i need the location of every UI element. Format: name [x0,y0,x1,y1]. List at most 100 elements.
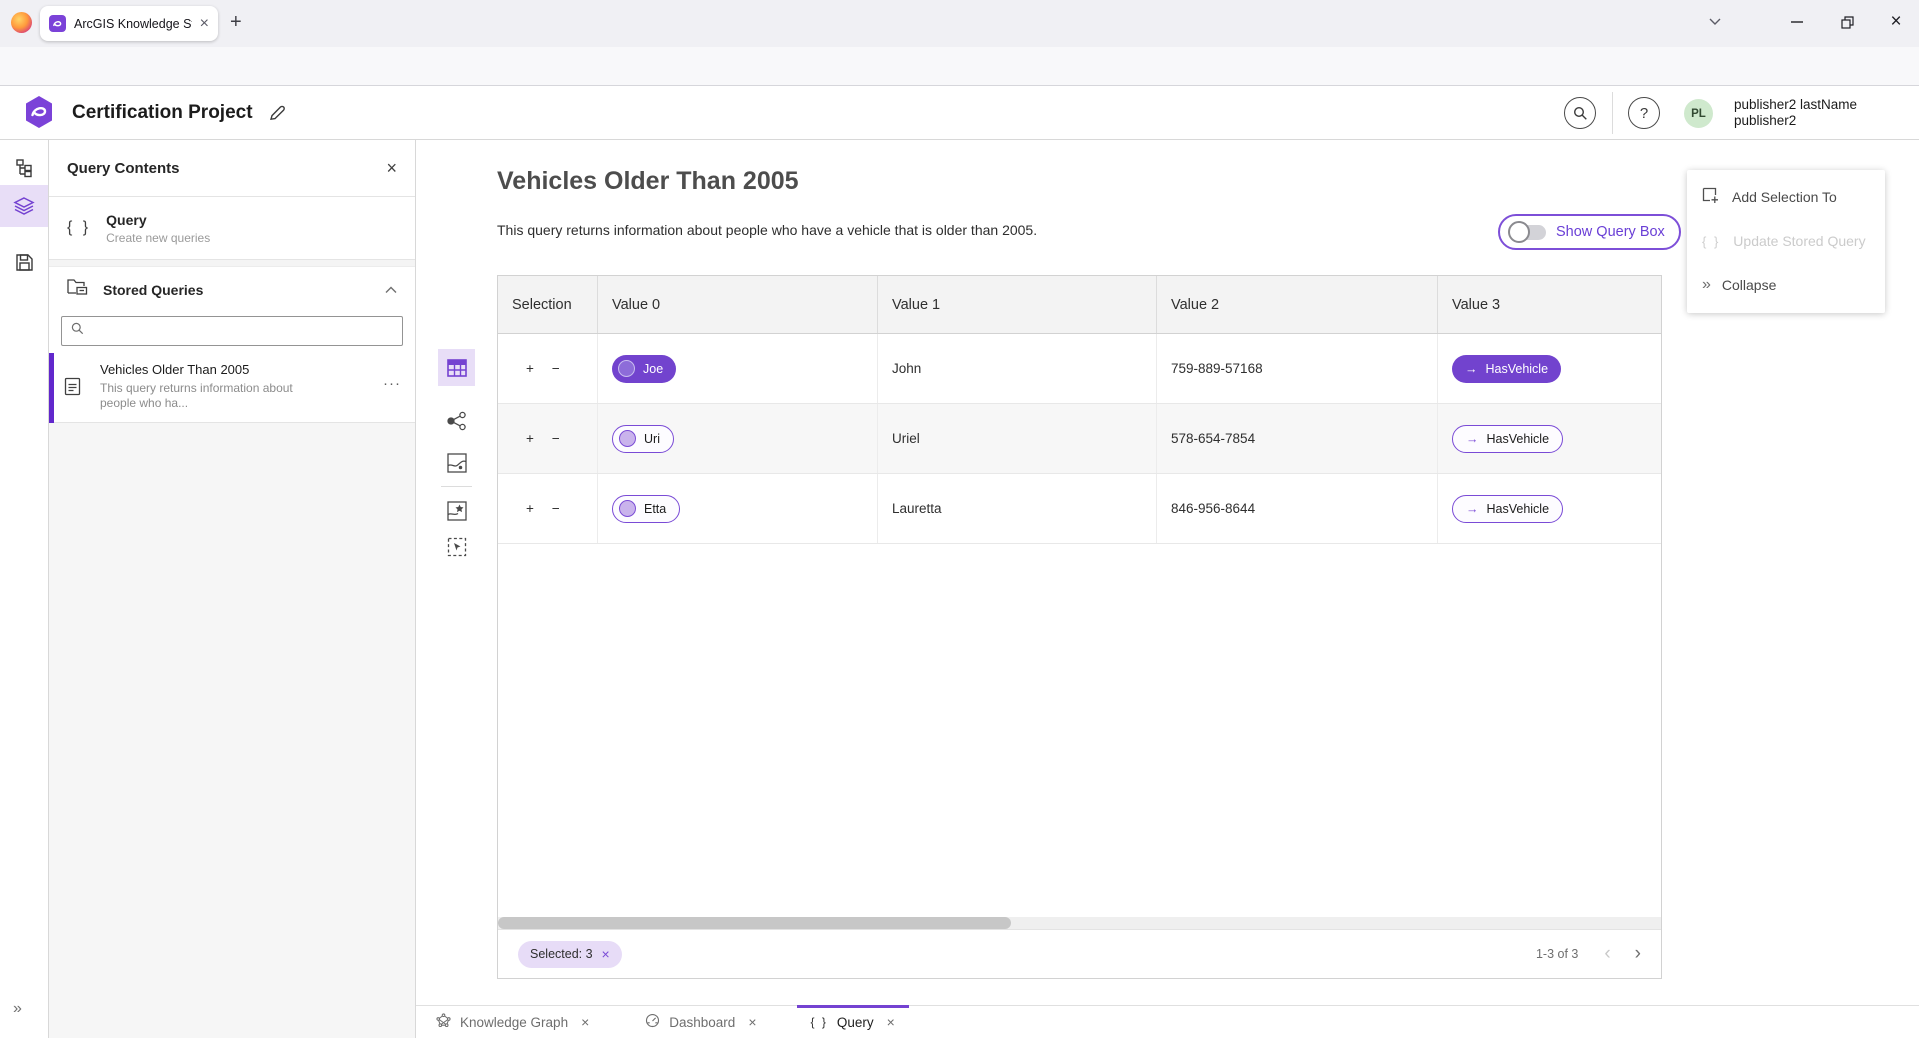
menu-item-add-selection-to[interactable]: Add Selection To [1687,175,1885,219]
stored-queries-search[interactable] [61,316,403,346]
panel-close-icon[interactable]: × [386,158,397,179]
toggle-switch[interactable] [1510,225,1546,240]
column-header-value3[interactable]: Value 3 [1438,276,1661,333]
braces-icon: { } [1702,234,1720,249]
close-tab-icon[interactable]: × [887,1014,895,1030]
pagination-next-icon[interactable]: › [1635,943,1641,965]
tab-title: ArcGIS Knowledge Studio [74,17,192,31]
add-selection-icon[interactable]: + [526,361,534,376]
entity-pill[interactable]: Joe [612,355,676,383]
toolbar-divider [441,486,472,487]
relationship-pill[interactable]: →HasVehicle [1452,425,1563,453]
arrow-right-icon: → [1465,362,1478,376]
stored-query-doc-icon [64,377,81,401]
clear-selection-icon[interactable]: × [602,946,610,962]
new-tab-button[interactable]: + [230,11,242,34]
view-new-map-button[interactable] [438,492,475,529]
search-button[interactable] [1564,97,1596,129]
stored-query-options-icon[interactable]: ··· [383,375,401,392]
toggle-knob[interactable] [1508,221,1530,243]
stored-query-title: Vehicles Older Than 2005 [100,362,385,377]
avatar[interactable]: PL [1684,99,1713,128]
firefox-icon[interactable] [11,12,32,33]
window-close-button[interactable]: × [1881,8,1911,36]
cell-phone: 846-956-8644 [1157,474,1438,543]
tab-knowledge-graph[interactable]: Knowledge Graph × [422,1006,603,1038]
column-header-value0[interactable]: Value 0 [598,276,878,333]
browser-tab[interactable]: ArcGIS Knowledge Studio × [40,6,218,41]
view-link-chart-button[interactable] [438,402,475,439]
selected-indicator-bar [49,353,54,423]
view-table-button[interactable] [438,349,475,386]
remove-selection-icon[interactable]: − [552,501,560,516]
add-selection-to-icon [1702,187,1719,207]
menu-item-collapse[interactable]: » Collapse [1687,263,1885,307]
app-header: Certification Project ? PL publisher2 la… [0,86,1919,140]
app-favicon-icon [49,15,66,32]
add-selection-icon[interactable]: + [526,501,534,516]
column-header-selection[interactable]: Selection [498,276,598,333]
user-name: publisher2 lastName [1734,97,1857,113]
tab-dashboard[interactable]: Dashboard × [631,1006,770,1038]
scrollbar-thumb[interactable] [498,917,1011,929]
screen: ArcGIS Knowledge Studio × + × ← → [0,0,1919,1038]
cell-phone: 759-889-57168 [1157,334,1438,403]
query-result-description: This query returns information about peo… [497,222,1037,238]
collapse-section-chevron-icon[interactable] [385,281,397,299]
query-item[interactable]: { } Query Create new queries [49,197,415,260]
query-contents-panel: Query Contents × { } Query Create new qu… [49,140,416,1038]
app-logo-icon [24,95,54,134]
remove-selection-icon[interactable]: − [552,431,560,446]
user-login: publisher2 [1734,113,1857,129]
table-row[interactable]: + − Uri Uriel 578-654-7854 →HasVehicle [498,404,1661,474]
stored-query-description: This query returns information about peo… [100,381,312,411]
tab-close-icon[interactable]: × [200,16,209,32]
entity-dot-icon [619,500,636,517]
cell-name: Uriel [878,404,1157,473]
expand-rail-icon[interactable]: » [13,1000,20,1018]
show-query-box-toggle[interactable]: Show Query Box [1498,214,1681,250]
stored-queries-header[interactable]: Stored Queries [49,267,415,313]
window-minimize-button[interactable] [1782,8,1812,36]
selected-count-chip[interactable]: Selected: 3 × [518,941,622,968]
entity-pill[interactable]: Etta [612,495,680,523]
remove-selection-icon[interactable]: − [552,361,560,376]
relationship-pill[interactable]: →HasVehicle [1452,495,1563,523]
query-result-title: Vehicles Older Than 2005 [497,167,799,196]
panel-header: Query Contents × [49,140,415,197]
pagination-prev-icon[interactable]: ‹ [1604,943,1610,965]
column-header-value1[interactable]: Value 1 [878,276,1157,333]
entity-pill[interactable]: Uri [612,425,674,453]
cell-name: John [878,334,1157,403]
panel-title: Query Contents [67,160,180,177]
menu-item-update-stored-query[interactable]: { } Update Stored Query [1687,219,1885,263]
query-item-description: Create new queries [106,231,210,245]
tab-query[interactable]: { } Query × [797,1006,909,1038]
folder-icon [67,278,88,302]
help-button[interactable]: ? [1628,97,1660,129]
table-row[interactable]: + − Joe John 759-889-57168 →HasVehicle [498,334,1661,404]
stored-query-item[interactable]: Vehicles Older Than 2005 This query retu… [49,353,415,423]
window-restore-button[interactable] [1832,8,1862,36]
edit-title-pencil-icon[interactable] [268,104,286,127]
search-input[interactable] [91,324,393,339]
relationship-pill[interactable]: →HasVehicle [1452,355,1561,383]
entity-dot-icon [618,360,635,377]
sidebar-item-save[interactable] [0,242,48,282]
horizontal-scrollbar[interactable] [498,917,1661,929]
add-selection-icon[interactable]: + [526,431,534,446]
view-map-button[interactable] [438,444,475,481]
sidebar-item-data-model[interactable] [0,148,48,188]
close-tab-icon[interactable]: × [748,1014,756,1030]
column-header-value2[interactable]: Value 2 [1157,276,1438,333]
panel-separator [49,260,415,267]
select-tool-button[interactable] [438,528,475,565]
tab-list-chevron-icon[interactable] [1700,8,1730,36]
double-chevron-icon: » [1702,276,1709,294]
close-tab-icon[interactable]: × [581,1014,589,1030]
context-menu: Add Selection To { } Update Stored Query… [1687,170,1885,313]
sidebar-item-contents[interactable] [0,185,48,227]
project-title: Certification Project [72,86,253,140]
table-row[interactable]: + − Etta Lauretta 846-956-8644 →HasVehic… [498,474,1661,544]
user-info[interactable]: publisher2 lastName publisher2 [1734,97,1857,129]
